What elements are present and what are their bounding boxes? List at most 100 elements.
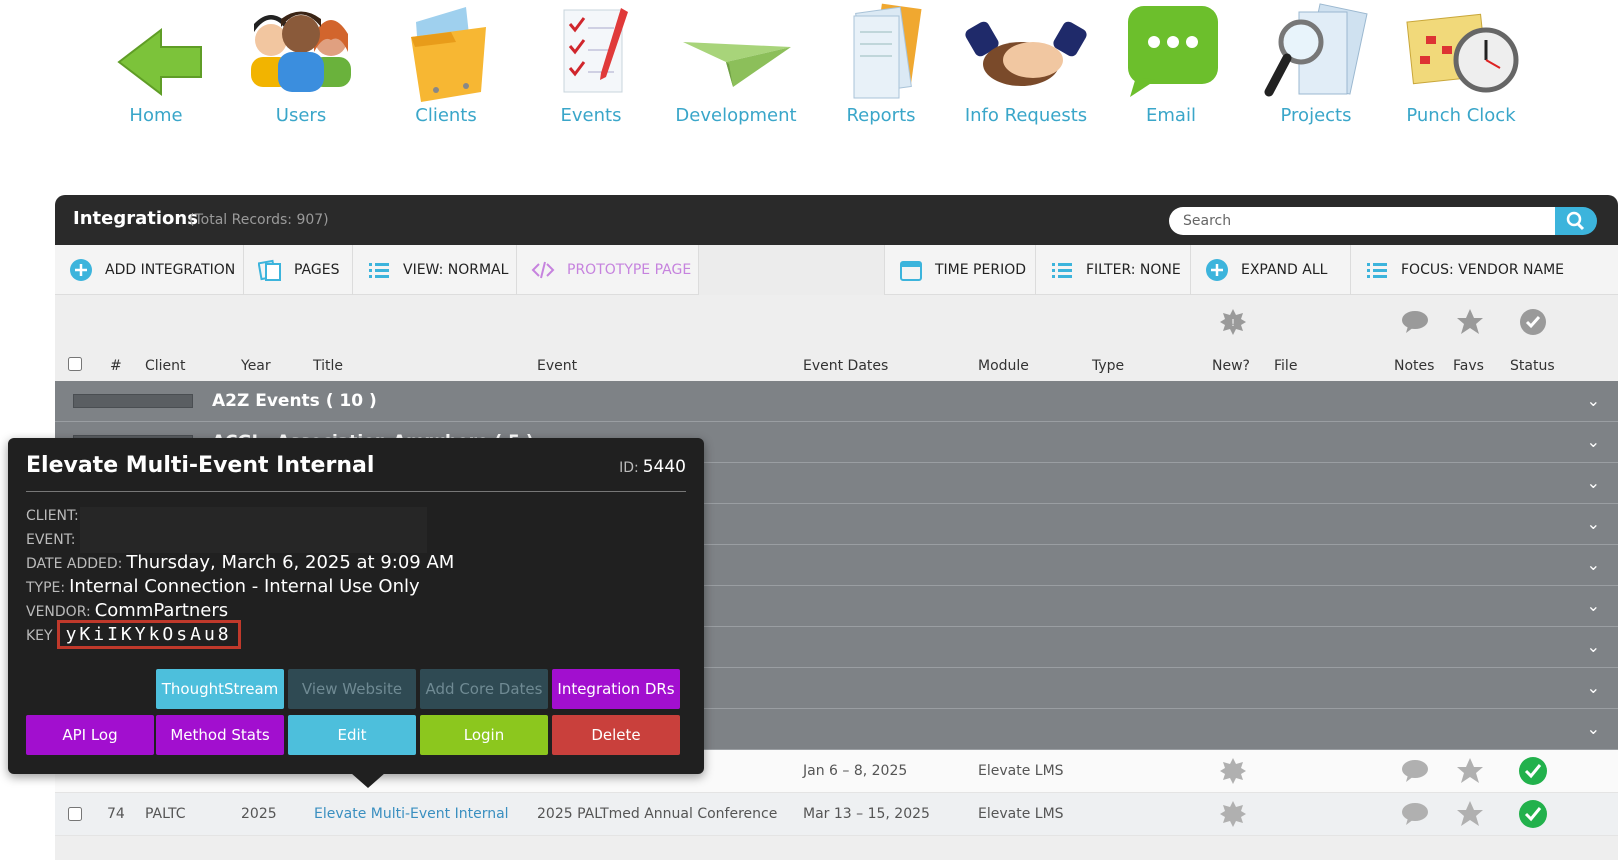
toolbar-spacer bbox=[699, 245, 885, 295]
nav-development[interactable]: Development bbox=[661, 2, 811, 126]
chevron-down-icon[interactable]: ⌄ bbox=[1587, 391, 1600, 410]
col-type[interactable]: Type bbox=[1092, 358, 1124, 374]
chevron-down-icon[interactable]: ⌄ bbox=[1587, 473, 1600, 492]
magnifier-icon bbox=[1251, 2, 1381, 102]
popover-arrow bbox=[351, 773, 385, 788]
table-row[interactable]: 74 PALTC 2025 Elevate Multi-Event Intern… bbox=[55, 793, 1618, 836]
filter-button[interactable]: FILTER: NONE bbox=[1036, 245, 1191, 295]
chat-bubble-icon bbox=[1106, 2, 1236, 102]
star-icon[interactable] bbox=[1455, 799, 1485, 829]
edit-button[interactable]: Edit bbox=[288, 715, 416, 755]
add-integration-button[interactable]: ADD INTEGRATION bbox=[55, 245, 244, 295]
chevron-down-icon[interactable]: ⌄ bbox=[1587, 719, 1600, 738]
chevron-down-icon[interactable]: ⌄ bbox=[1587, 555, 1600, 574]
list-icon bbox=[367, 258, 391, 282]
check-circle-icon bbox=[1520, 309, 1546, 335]
chevron-down-icon[interactable]: ⌄ bbox=[1587, 596, 1600, 615]
col-notes[interactable]: Notes bbox=[1394, 358, 1434, 374]
status-ok-icon bbox=[1519, 800, 1547, 828]
popover-title: Elevate Multi-Event Internal bbox=[26, 453, 375, 478]
notes-icon bbox=[1402, 311, 1428, 333]
pages-button[interactable]: PAGES bbox=[244, 245, 353, 295]
nav-email[interactable]: Email bbox=[1096, 2, 1246, 126]
delete-button[interactable]: Delete bbox=[552, 715, 680, 755]
status-ok-icon bbox=[1519, 757, 1547, 785]
search-input[interactable]: Search bbox=[1169, 207, 1564, 235]
panel-header: Integrations (Total Records: 907) Search bbox=[55, 195, 1618, 245]
integration-drs-button[interactable]: Integration DRs bbox=[552, 669, 680, 709]
chevron-down-icon[interactable]: ⌄ bbox=[1587, 637, 1600, 656]
nav-home[interactable]: Home bbox=[81, 2, 231, 126]
col-year[interactable]: Year bbox=[241, 358, 271, 374]
divider bbox=[26, 491, 686, 492]
add-core-dates-button[interactable]: Add Core Dates bbox=[420, 669, 548, 709]
column-headers: # Client Year Title Event Event Dates Mo… bbox=[55, 295, 1618, 381]
key-value[interactable]: yKiIKYkOsAu8 bbox=[56, 620, 241, 649]
col-module[interactable]: Module bbox=[978, 358, 1029, 374]
row-checkbox[interactable] bbox=[68, 807, 82, 821]
login-button[interactable]: Login bbox=[420, 715, 548, 755]
svg-text:!: ! bbox=[1231, 318, 1235, 329]
plus-circle-icon bbox=[69, 258, 93, 282]
nav-reports[interactable]: Reports bbox=[806, 2, 956, 126]
notes-icon[interactable] bbox=[1400, 799, 1430, 829]
key-field: KEY yKiIKYkOsAu8 bbox=[26, 620, 241, 649]
col-favs[interactable]: Favs bbox=[1453, 358, 1484, 374]
col-status[interactable]: Status bbox=[1510, 358, 1555, 374]
vendor-field: VENDOR: CommPartners bbox=[26, 600, 229, 621]
list-icon bbox=[1050, 258, 1074, 282]
view-button[interactable]: VIEW: NORMAL bbox=[353, 245, 517, 295]
select-all-checkbox[interactable] bbox=[68, 357, 82, 371]
new-badge-icon bbox=[1220, 801, 1246, 827]
col-title[interactable]: Title bbox=[313, 358, 343, 374]
col-file[interactable]: File bbox=[1274, 358, 1297, 374]
type-field: TYPE: Internal Connection - Internal Use … bbox=[26, 576, 420, 597]
time-period-button[interactable]: TIME PERIOD bbox=[885, 245, 1036, 295]
top-navigation: Home Users Clients Events Development Re… bbox=[0, 0, 1623, 140]
focus-button[interactable]: FOCUS: VENDOR NAME bbox=[1351, 245, 1618, 295]
paper-plane-icon bbox=[671, 2, 801, 102]
nav-info-requests[interactable]: Info Requests bbox=[951, 2, 1101, 126]
chevron-down-icon[interactable]: ⌄ bbox=[1587, 514, 1600, 533]
nav-events[interactable]: Events bbox=[516, 2, 666, 126]
nav-projects[interactable]: Projects bbox=[1241, 2, 1391, 126]
nav-punch-clock[interactable]: Punch Clock bbox=[1386, 2, 1536, 126]
users-icon bbox=[236, 2, 366, 102]
view-website-button[interactable]: View Website bbox=[288, 669, 416, 709]
event-field: EVENT: bbox=[26, 532, 76, 548]
method-stats-button[interactable]: Method Stats bbox=[156, 715, 284, 755]
new-badge-icon bbox=[1220, 758, 1246, 784]
documents-icon bbox=[816, 2, 946, 102]
calendar-icon bbox=[899, 258, 923, 282]
handshake-icon bbox=[961, 2, 1091, 102]
page-title: Integrations bbox=[73, 208, 198, 229]
date-added-field: DATE ADDED: Thursday, March 6, 2025 at 9:… bbox=[26, 552, 455, 573]
pages-icon bbox=[257, 258, 282, 282]
group-row[interactable]: A2Z Events ( 10 ) ⌄ bbox=[55, 381, 1618, 422]
list-icon bbox=[1365, 258, 1389, 282]
prototype-page-button[interactable]: PROTOTYPE PAGE bbox=[517, 245, 699, 295]
col-event-dates[interactable]: Event Dates bbox=[803, 358, 888, 374]
col-num[interactable]: # bbox=[110, 358, 122, 374]
col-new[interactable]: New? bbox=[1212, 358, 1250, 374]
integration-popover: Elevate Multi-Event Internal ID: 5440 CLI… bbox=[8, 438, 704, 788]
chevron-down-icon[interactable]: ⌄ bbox=[1587, 678, 1600, 697]
progress-bar bbox=[73, 394, 193, 408]
chevron-down-icon[interactable]: ⌄ bbox=[1587, 432, 1600, 451]
star-icon[interactable] bbox=[1455, 756, 1485, 786]
search-button[interactable] bbox=[1555, 207, 1597, 235]
col-event[interactable]: Event bbox=[537, 358, 577, 374]
expand-all-button[interactable]: EXPAND ALL bbox=[1191, 245, 1351, 295]
col-client[interactable]: Client bbox=[145, 358, 186, 374]
notes-icon[interactable] bbox=[1400, 756, 1430, 786]
home-arrow-icon bbox=[91, 2, 221, 102]
thoughtstream-button[interactable]: ThoughtStream bbox=[156, 669, 284, 709]
folder-icon bbox=[381, 2, 511, 102]
nav-clients[interactable]: Clients bbox=[371, 2, 521, 126]
calendar-clock-icon bbox=[1396, 2, 1526, 102]
nav-users[interactable]: Users bbox=[226, 2, 376, 126]
integration-title-link[interactable]: Elevate Multi-Event Internal bbox=[314, 806, 509, 822]
code-icon bbox=[531, 258, 555, 282]
api-log-button[interactable]: API Log bbox=[26, 715, 154, 755]
client-field: CLIENT: bbox=[26, 508, 79, 524]
